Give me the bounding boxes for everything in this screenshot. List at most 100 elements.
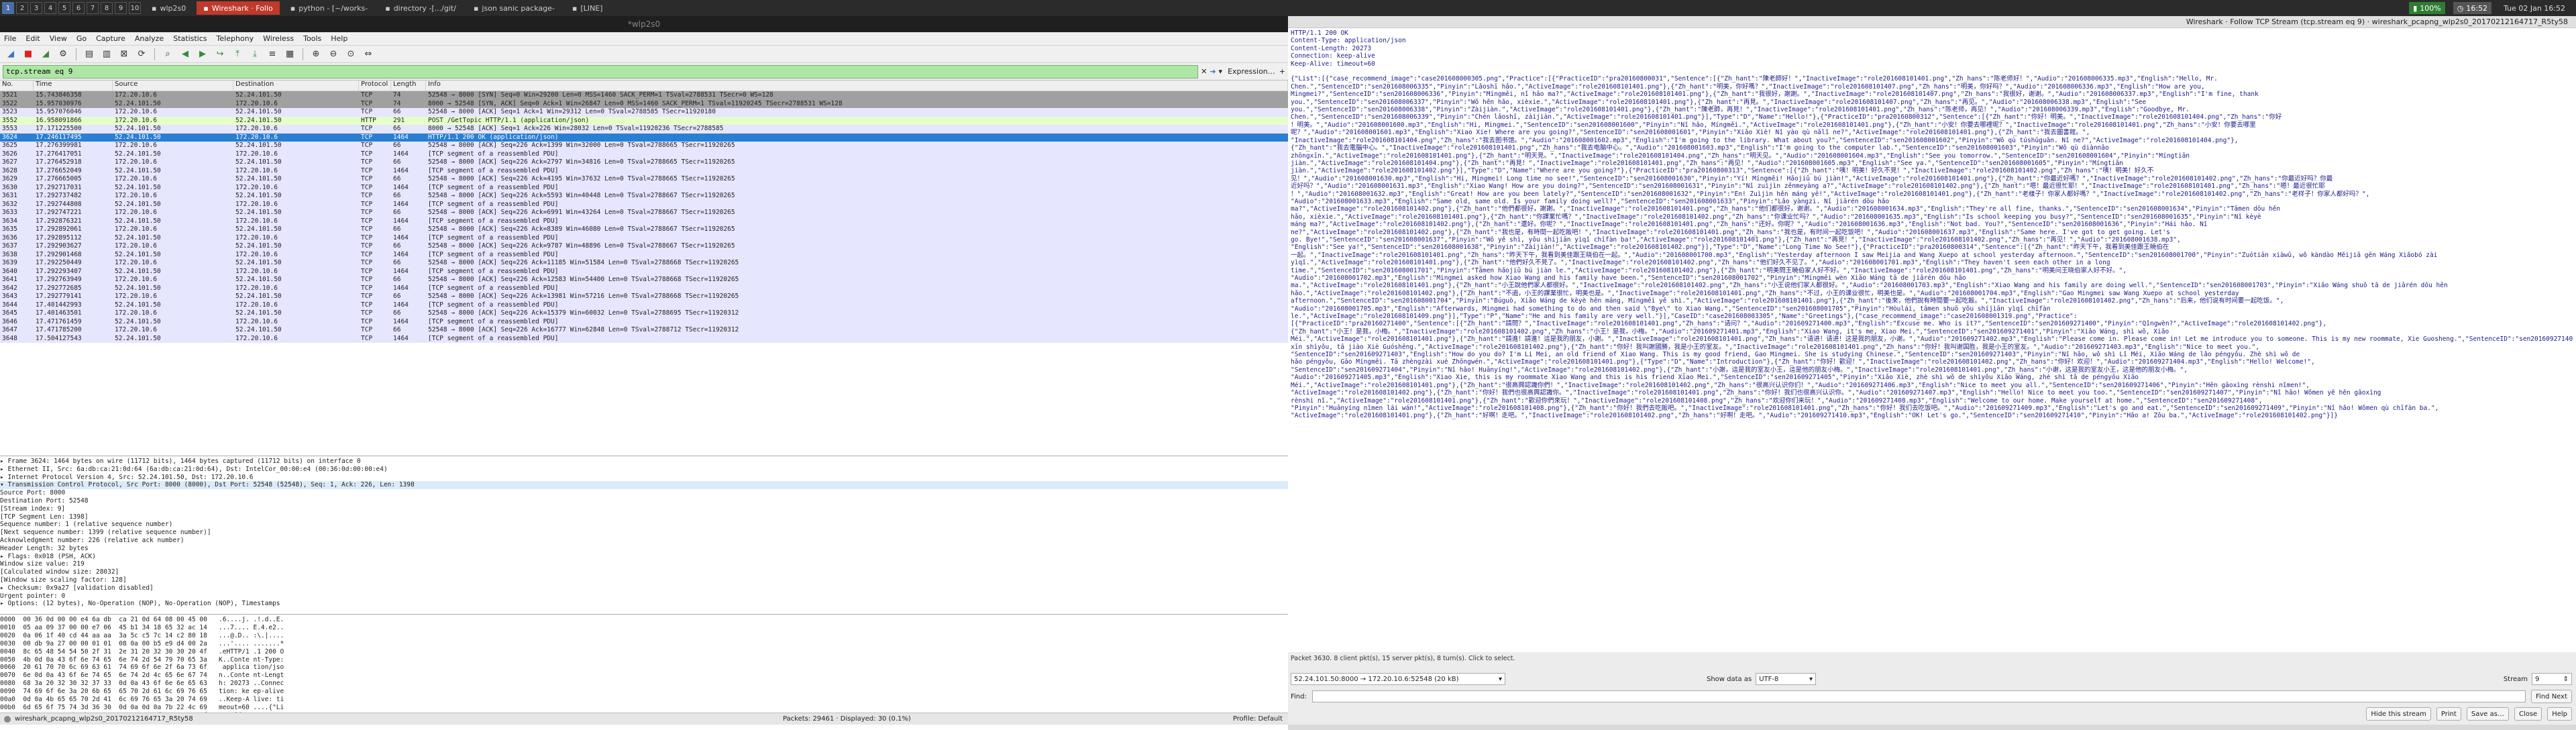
- detail-tree-item[interactable]: [TCP Segment Len: 1398]: [0, 513, 1288, 521]
- column-header[interactable]: Time: [34, 81, 113, 91]
- column-header[interactable]: Info: [426, 81, 1288, 91]
- table-row[interactable]: 3521 15.743846358 172.20.10.6 52.24.101.50 T…: [0, 91, 1288, 100]
- close-file-icon[interactable]: ⊠: [117, 48, 131, 61]
- detail-tree-item[interactable]: Header Length: 32 bytes: [0, 545, 1288, 553]
- workspace-button[interactable]: 4: [44, 2, 56, 14]
- table-row[interactable]: 3642 17.292772685 52.24.101.50 172.20.10.6 T…: [0, 284, 1288, 293]
- taskbar-item[interactable]: ▪ python - [~/works-: [284, 1, 374, 15]
- table-row[interactable]: 3553 17.171225500 52.24.101.50 172.20.10.6 T…: [0, 125, 1288, 134]
- table-row[interactable]: 3552 16.958091866 172.20.10.6 52.24.101.50 H…: [0, 116, 1288, 125]
- column-header[interactable]: Destination: [233, 81, 359, 91]
- resize-columns-icon[interactable]: ⇔: [362, 48, 375, 61]
- detail-tree-item[interactable]: [Window size scaling factor: 128]: [0, 576, 1288, 584]
- menu-item-tools[interactable]: Tools: [303, 34, 321, 43]
- zoom-out-icon[interactable]: ⊖: [327, 48, 340, 61]
- autoscroll-icon[interactable]: ≡: [266, 48, 279, 61]
- go-to-packet-icon[interactable]: ↪: [213, 48, 227, 61]
- table-row[interactable]: 3635 17.292892061 172.20.10.6 52.24.101.50 T…: [0, 225, 1288, 234]
- detail-tree-item[interactable]: [Next sequence number: 1399 (relative se…: [0, 529, 1288, 537]
- taskbar-item[interactable]: ▪ [LINE]: [566, 1, 610, 15]
- detail-tree-item[interactable]: ▸ Frame 3624: 1464 bytes on wire (11712 …: [0, 458, 1288, 466]
- table-row[interactable]: 3646 17.471761459 52.24.101.50 172.20.10.6 T…: [0, 317, 1288, 326]
- column-header[interactable]: Source: [113, 81, 233, 91]
- shark-fin-start-icon[interactable]: ◢: [4, 48, 17, 61]
- last-packet-icon[interactable]: ⤓: [248, 48, 262, 61]
- workspace-button[interactable]: 2: [16, 2, 28, 14]
- stream-content[interactable]: HTTP/1.1 200 OK Content-Type: application…: [1288, 28, 2576, 652]
- zoom-reset-icon[interactable]: ⊙: [344, 48, 358, 61]
- profile-indicator[interactable]: Profile: Default: [1233, 715, 1288, 723]
- workspace-button[interactable]: 7: [87, 2, 99, 14]
- save-as-button[interactable]: Save as…: [2466, 707, 2509, 721]
- detail-tree-item[interactable]: ▾ Transmission Control Protocol, Src Por…: [0, 481, 1288, 490]
- save-file-icon[interactable]: ▥: [100, 48, 113, 61]
- print-button[interactable]: Print: [2436, 707, 2461, 721]
- add-filter-icon[interactable]: +: [1279, 67, 1285, 76]
- find-next-button[interactable]: Find Next: [2531, 690, 2572, 703]
- apply-filter-icon[interactable]: ➜: [1210, 67, 1216, 76]
- conversation-select[interactable]: 52.24.101.50:8000 → 172.20.10.6:52548 (2…: [1291, 673, 1505, 685]
- workspace-button[interactable]: 3: [30, 2, 42, 14]
- taskbar-item[interactable]: ▪ json sanic package-: [467, 1, 561, 15]
- find-packet-icon[interactable]: ⌕: [161, 48, 174, 61]
- table-row[interactable]: 3637 17.292903627 172.20.10.6 52.24.101.50 T…: [0, 242, 1288, 251]
- column-header[interactable]: Protocol: [359, 81, 391, 91]
- workspace-button[interactable]: 6: [72, 2, 85, 14]
- capture-options-icon[interactable]: ⚙: [56, 48, 70, 61]
- display-filter-input[interactable]: tcp.stream eq 9: [3, 64, 1199, 79]
- detail-tree-item[interactable]: Sequence number: 1 (relative sequence nu…: [0, 521, 1288, 529]
- table-row[interactable]: 3640 17.292293407 52.24.101.50 172.20.10.6 T…: [0, 267, 1288, 276]
- table-row[interactable]: 3630 17.292717031 52.24.101.50 172.20.10.6 T…: [0, 183, 1288, 192]
- open-file-icon[interactable]: ▤: [83, 48, 96, 61]
- table-row[interactable]: 3638 17.292901468 52.24.101.50 172.20.10.6 T…: [0, 250, 1288, 259]
- table-row[interactable]: 3632 17.292744808 52.24.101.50 172.20.10.6 T…: [0, 200, 1288, 209]
- help-button[interactable]: Help: [2547, 707, 2572, 721]
- table-row[interactable]: 3641 17.292763949 172.20.10.6 52.24.101.50 T…: [0, 276, 1288, 284]
- table-row[interactable]: 3522 15.957030976 52.24.101.50 172.20.10.6 T…: [0, 99, 1288, 108]
- table-row[interactable]: 3629 17.276665005 172.20.10.6 52.24.101.50 T…: [0, 175, 1288, 184]
- table-row[interactable]: 3627 17.276452918 172.20.10.6 52.24.101.50 T…: [0, 158, 1288, 167]
- detail-tree-item[interactable]: Window size value: 219: [0, 560, 1288, 568]
- stop-capture-icon[interactable]: ■: [21, 48, 35, 61]
- detail-tree-item[interactable]: Acknowledgment number: 226 (relative ack…: [0, 537, 1288, 545]
- table-row[interactable]: 3628 17.276652049 52.24.101.50 172.20.10.6 T…: [0, 166, 1288, 175]
- workspace-button[interactable]: 8: [101, 2, 113, 14]
- menu-item-telephony[interactable]: Telephony: [217, 34, 254, 43]
- detail-tree-item[interactable]: [Stream index: 9]: [0, 505, 1288, 513]
- hide-this-stream-button[interactable]: Hide this stream: [2366, 707, 2431, 721]
- go-back-icon[interactable]: ◀: [178, 48, 192, 61]
- column-header[interactable]: No.: [0, 81, 34, 91]
- table-row[interactable]: 3634 17.292876321 52.24.101.50 172.20.10.6 T…: [0, 217, 1288, 225]
- table-row[interactable]: 3645 17.401463501 172.20.10.6 52.24.101.50 T…: [0, 309, 1288, 318]
- workspace-button[interactable]: 9: [115, 2, 127, 14]
- menu-item-statistics[interactable]: Statistics: [173, 34, 207, 43]
- expression-button[interactable]: Expression…: [1228, 67, 1275, 76]
- menu-item-analyze[interactable]: Analyze: [135, 34, 164, 43]
- table-row[interactable]: 3648 17.504127543 52.24.101.50 172.20.10.6 T…: [0, 334, 1288, 343]
- detail-tree-item[interactable]: ▸ Ethernet II, Src: 6a:db:ca:21:0d:64 (6…: [0, 466, 1288, 474]
- taskbar-item[interactable]: ▪ directory -[.../git/: [378, 1, 463, 15]
- table-row[interactable]: 3625 17.276399981 172.20.10.6 52.24.101.50 T…: [0, 142, 1288, 150]
- table-row[interactable]: 3626 17.276417051 52.24.101.50 172.20.10.6 T…: [0, 150, 1288, 158]
- table-row[interactable]: 3647 17.471785200 172.20.10.6 52.24.101.50 T…: [0, 326, 1288, 335]
- menu-item-file[interactable]: File: [4, 34, 16, 43]
- table-row[interactable]: 3633 17.292747221 172.20.10.6 52.24.101.50 T…: [0, 209, 1288, 217]
- menu-item-help[interactable]: Help: [331, 34, 347, 43]
- expert-info-icon[interactable]: [4, 715, 11, 723]
- detail-tree-item[interactable]: ▸ Checksum: 0x9a27 [validation disabled]: [0, 584, 1288, 592]
- close-button[interactable]: Close: [2514, 707, 2542, 721]
- show-data-as-select[interactable]: UTF-8 ▾: [1756, 673, 1817, 685]
- taskbar-item[interactable]: ▪ wlp2s0: [145, 1, 193, 15]
- table-row[interactable]: 3624 17.246117495 52.24.101.50 172.20.10.6 T…: [0, 133, 1288, 142]
- go-forward-icon[interactable]: ▶: [196, 48, 209, 61]
- table-row[interactable]: 3523 15.957076046 172.20.10.6 52.24.101.50 T…: [0, 108, 1288, 117]
- detail-tree-item[interactable]: [Calculated window size: 28032]: [0, 568, 1288, 576]
- workspace-button[interactable]: 10: [129, 2, 141, 14]
- detail-tree-item[interactable]: ▸ Internet Protocol Version 4, Src: 52.2…: [0, 474, 1288, 482]
- table-row[interactable]: 3639 17.292250449 172.20.10.6 52.24.101.50 T…: [0, 259, 1288, 268]
- table-row[interactable]: 3644 17.401442993 52.24.101.50 172.20.10.6 T…: [0, 301, 1288, 309]
- zoom-in-icon[interactable]: ⊕: [309, 48, 323, 61]
- detail-tree-item[interactable]: Destination Port: 52548: [0, 497, 1288, 505]
- detail-tree-item[interactable]: Source Port: 8000: [0, 489, 1288, 497]
- detail-tree-item[interactable]: ▸ Options: (12 bytes), No-Operation (NOP…: [0, 600, 1288, 608]
